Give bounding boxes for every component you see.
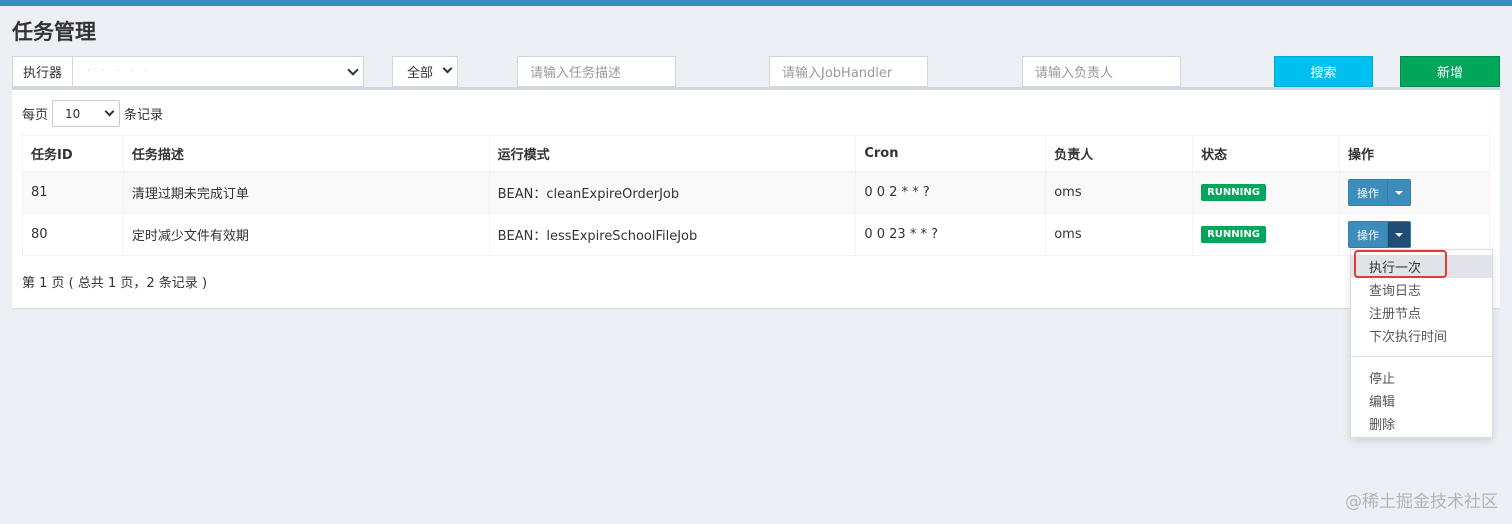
cell-desc: 清理过期未完成订单 (122, 171, 490, 214)
column-header-cron[interactable]: Cron (855, 135, 1047, 173)
page-title: 任务管理 (12, 20, 96, 44)
status-badge: RUNNING (1201, 184, 1266, 202)
operation-dropdown-toggle[interactable] (1388, 179, 1412, 207)
cell-id: 81 (22, 171, 124, 214)
add-button[interactable]: 新增 (1400, 56, 1500, 87)
job-handler-input[interactable]: 请输入JobHandler (769, 56, 928, 87)
cell-id: 80 (22, 213, 124, 256)
cell-mode: BEAN：cleanExpireOrderJob (488, 171, 857, 214)
top-bar (0, 0, 1512, 6)
status-badge: RUNNING (1201, 226, 1266, 243)
table-row: 80 定时减少文件有效期 BEAN：lessExpireSchoolFileJo… (22, 213, 1490, 256)
chevron-down-icon (442, 63, 453, 74)
search-button[interactable]: 搜索 (1274, 56, 1373, 87)
cell-author: oms (1045, 213, 1194, 256)
chevron-down-icon (347, 64, 359, 76)
operation-button[interactable]: 操作 (1348, 179, 1389, 207)
chevron-down-icon (104, 106, 115, 117)
menu-item-delete[interactable]: 删除 (1351, 412, 1492, 435)
menu-item-registry-nodes[interactable]: 注册节点 (1351, 301, 1492, 324)
page-size-select[interactable]: 10 (52, 100, 121, 127)
cell-mode: BEAN：lessExpireSchoolFileJob (488, 213, 857, 256)
status-select[interactable]: 全部 (392, 56, 458, 87)
column-header-operation: 操作 (1339, 135, 1490, 173)
page-size-value: 10 (65, 106, 81, 121)
job-list-box: 每页 10 条记录 任务ID 任务描述 运行模式 Cron 负责人 状态 操作 … (12, 87, 1500, 308)
cell-operation: 操作 (1339, 171, 1490, 214)
cell-cron: 0 0 23 * * ? (855, 213, 1047, 256)
table-header-row: 任务ID 任务描述 运行模式 Cron 负责人 状态 操作 (22, 135, 1490, 173)
author-input[interactable]: 请输入负责人 (1022, 56, 1181, 87)
cell-cron: 0 0 2 * * ? (855, 171, 1047, 214)
operation-button-group: 操作 (1348, 179, 1412, 207)
page-size-control: 每页 10 条记录 (22, 100, 163, 127)
operation-button[interactable]: 操作 (1348, 221, 1389, 248)
status-select-value: 全部 (407, 66, 434, 81)
operation-button-group: 操作 (1348, 221, 1412, 248)
cell-desc: 定时减少文件有效期 (122, 213, 490, 256)
column-header-author[interactable]: 负责人 (1045, 135, 1194, 173)
cell-author: oms (1045, 171, 1194, 214)
column-header-desc[interactable]: 任务描述 (122, 135, 490, 173)
executor-label: 执行器 (13, 57, 73, 86)
pagination-info: 第 1 页 ( 总共 1 页，2 条记录 ) (22, 276, 208, 291)
watermark: @稀土掘金技术社区 (1345, 492, 1498, 512)
menu-item-stop[interactable]: 停止 (1351, 366, 1492, 389)
highlight-annotation (1354, 250, 1447, 278)
job-table: 任务ID 任务描述 运行模式 Cron 负责人 状态 操作 81 清理过期未完成… (22, 135, 1490, 256)
menu-item-query-log[interactable]: 查询日志 (1351, 278, 1492, 301)
column-header-status[interactable]: 状态 (1192, 135, 1341, 173)
page-size-prefix: 每页 (22, 108, 49, 123)
executor-value: · · · · · (87, 66, 152, 77)
column-header-mode[interactable]: 运行模式 (488, 135, 857, 173)
cell-status: RUNNING (1192, 171, 1341, 214)
caret-down-icon (1395, 232, 1404, 237)
job-desc-input[interactable]: 请输入任务描述 (517, 56, 676, 87)
filter-row: 执行器 · · · · · 全部 请输入任务描述 请输入JobHandler 请… (12, 56, 1500, 87)
menu-item-edit[interactable]: 编辑 (1351, 389, 1492, 412)
table-row: 81 清理过期未完成订单 BEAN：cleanExpireOrderJob 0 … (22, 171, 1490, 214)
page-size-suffix: 条记录 (124, 108, 164, 123)
menu-item-next-trigger-time[interactable]: 下次执行时间 (1351, 324, 1492, 347)
menu-divider (1351, 356, 1492, 357)
column-header-id[interactable]: 任务ID (22, 135, 124, 173)
executor-filter: 执行器 · · · · · (12, 56, 364, 87)
caret-down-icon (1395, 190, 1404, 195)
cell-status: RUNNING (1192, 213, 1341, 256)
operation-dropdown-toggle[interactable] (1388, 221, 1412, 248)
executor-select[interactable]: · · · · · (73, 57, 363, 86)
